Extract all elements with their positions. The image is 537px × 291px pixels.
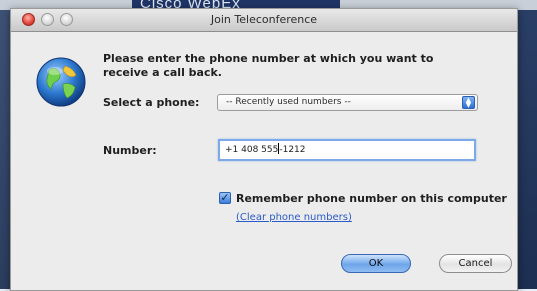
join-teleconference-dialog: Join Teleconference Please enter the pho… <box>10 8 518 291</box>
window-title: Join Teleconference <box>210 13 318 26</box>
phone-number-input[interactable]: +1 408 555-1212 <box>218 139 476 161</box>
select-phone-label: Select a phone: <box>103 96 200 109</box>
number-label: Number: <box>103 144 157 157</box>
updown-arrows-icon: ▲ ▼ <box>462 96 475 109</box>
select-phone-value: -- Recently used numbers -- <box>226 97 351 107</box>
instruction-text: Please enter the phone number at which y… <box>103 52 434 79</box>
title-bar[interactable]: Join Teleconference <box>11 9 517 32</box>
select-phone-dropdown[interactable]: -- Recently used numbers -- ▲ ▼ <box>217 94 478 111</box>
remember-checkbox-label[interactable]: Remember phone number on this computer <box>236 192 507 205</box>
checkmark-icon: ✓ <box>220 191 230 204</box>
cancel-button[interactable]: Cancel <box>439 254 512 273</box>
ok-button[interactable]: OK <box>341 254 411 273</box>
remember-checkbox[interactable]: ✓ <box>219 192 231 204</box>
globe-icon <box>36 57 86 107</box>
number-text-before-caret: +1 408 555 <box>225 145 279 155</box>
clear-phone-numbers-link[interactable]: (Clear phone numbers) <box>236 212 352 223</box>
number-text-after-caret: -1212 <box>279 145 306 155</box>
